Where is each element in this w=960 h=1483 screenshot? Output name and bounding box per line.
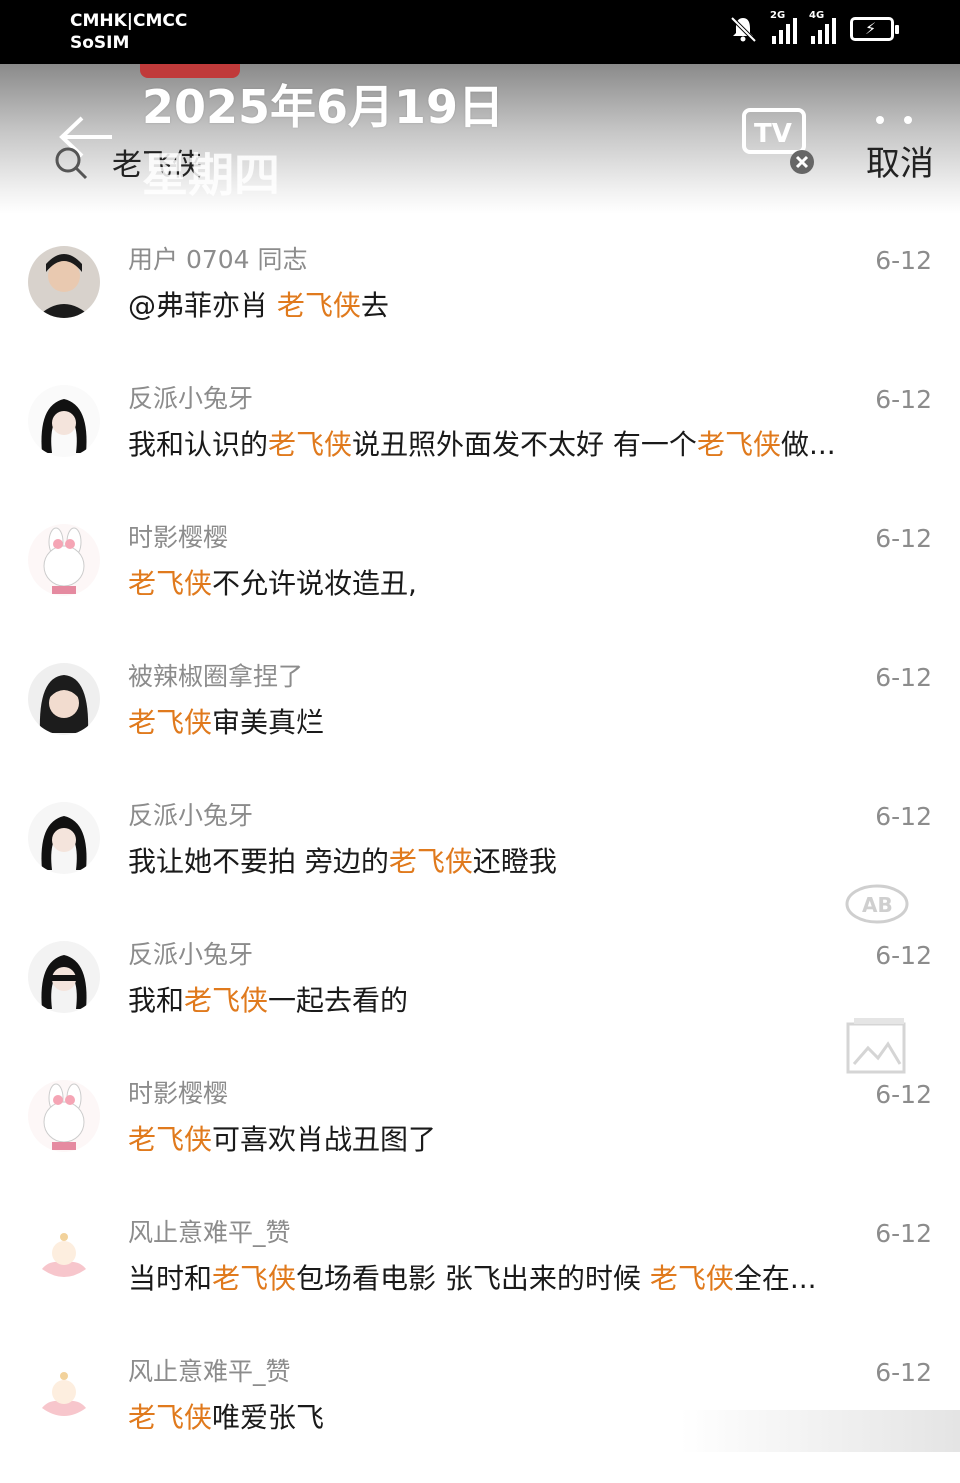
post-date: 6-12 xyxy=(875,802,932,831)
post-date: 6-12 xyxy=(875,1080,932,1109)
keyword-highlight: 老飞侠 xyxy=(649,1262,734,1295)
results-list: 用户 0704 同志 6-12 @弗菲亦肖 老飞侠去 反派小兔牙 6-12 我和认识的老飞… xyxy=(0,232,960,1483)
keyword-highlight: 老飞侠 xyxy=(276,289,361,322)
signal-icon: 2G xyxy=(770,10,797,44)
avatar[interactable] xyxy=(28,385,100,457)
post-date: 6-12 xyxy=(875,524,932,553)
date-watermark: 2025年6月19日 xyxy=(142,80,505,134)
translate-ab-icon[interactable]: AB xyxy=(842,880,912,930)
avatar[interactable] xyxy=(28,941,100,1013)
text-segment: 一起去看的 xyxy=(268,984,409,1017)
ab-label: AB xyxy=(862,893,893,917)
username[interactable]: 反派小兔牙 xyxy=(128,935,253,971)
signal-2-label: 4G xyxy=(809,10,825,21)
keyword-highlight: 老飞侠 xyxy=(212,1262,297,1295)
text-segment: 我和 xyxy=(128,984,185,1017)
result-item[interactable]: 风止意难平_赞 6-12 当时和老飞侠包场看电影 张飞出来的时候 老飞侠全在... xyxy=(0,1205,960,1344)
status-bar: CMHK|CMCC SoSIM 2G 4G ⚡ xyxy=(0,0,960,64)
carrier-info: CMHK|CMCC SoSIM xyxy=(70,10,187,54)
username[interactable]: 风止意难平_赞 xyxy=(128,1352,291,1388)
signal-1-label: 2G xyxy=(770,10,786,21)
text-segment: 说丑照外面发不太好 有一个 xyxy=(352,428,697,461)
signal-icon: 4G xyxy=(809,10,836,44)
text-segment: 全在... xyxy=(733,1262,817,1295)
avatar[interactable] xyxy=(28,663,100,735)
comment-text[interactable]: 老飞侠审美真烂 xyxy=(128,701,934,741)
result-item[interactable]: 被辣椒圈拿捏了 6-12 老飞侠审美真烂 xyxy=(0,649,960,788)
text-segment: 当时和 xyxy=(128,1262,213,1295)
keyword-highlight: 老飞侠 xyxy=(128,1401,213,1434)
mute-bell-icon xyxy=(730,16,757,43)
background-artifact xyxy=(140,64,240,78)
keyword-highlight: 老飞侠 xyxy=(388,845,473,878)
comment-text[interactable]: @弗菲亦肖 老飞侠去 xyxy=(128,284,934,324)
keyword-highlight: 老飞侠 xyxy=(696,428,781,461)
comment-text[interactable]: 老飞侠可喜欢肖战丑图了 xyxy=(128,1118,934,1158)
text-segment: 做... xyxy=(780,428,836,461)
text-segment: 我和认识的 xyxy=(128,428,269,461)
text-segment: 审美真烂 xyxy=(212,706,325,739)
text-segment: 去 xyxy=(360,289,389,322)
search-icon xyxy=(55,147,88,180)
search-header: 老飞侠 2025年6月19日 星期四 TV 取消 xyxy=(0,64,960,214)
username[interactable]: 时影樱樱 xyxy=(128,518,228,554)
username[interactable]: 被辣椒圈拿捏了 xyxy=(128,657,303,693)
battery-charging-icon: ⚡ xyxy=(850,17,899,41)
comment-text[interactable]: 我让她不要拍 旁边的老飞侠还瞪我 xyxy=(128,840,934,880)
username[interactable]: 用户 0704 同志 xyxy=(128,240,308,276)
keyword-highlight: 老飞侠 xyxy=(128,706,213,739)
tv-cast-icon[interactable]: TV xyxy=(740,106,820,176)
more-icon[interactable] xyxy=(868,112,920,128)
username[interactable]: 风止意难平_赞 xyxy=(128,1213,291,1249)
result-item[interactable]: 用户 0704 同志 6-12 @弗菲亦肖 老飞侠去 xyxy=(0,232,960,371)
text-segment: 可喜欢肖战丑图了 xyxy=(212,1123,437,1156)
keyword-highlight: 老飞侠 xyxy=(128,1123,213,1156)
avatar[interactable] xyxy=(28,1080,100,1152)
weekday-watermark: 星期四 xyxy=(142,148,280,202)
post-date: 6-12 xyxy=(875,246,932,275)
carrier-line-1: CMHK|CMCC xyxy=(70,11,188,31)
text-segment: 不允许说妆造丑, xyxy=(212,567,417,600)
comment-text[interactable]: 我和认识的老飞侠说丑照外面发不太好 有一个老飞侠做... xyxy=(128,423,934,463)
result-item[interactable]: 时影樱樱 6-12 老飞侠可喜欢肖战丑图了 xyxy=(0,1066,960,1205)
avatar[interactable] xyxy=(28,246,100,318)
image-icon[interactable] xyxy=(844,1014,910,1078)
avatar[interactable] xyxy=(28,1358,100,1430)
comment-text[interactable]: 我和老飞侠一起去看的 xyxy=(128,979,934,1019)
text-segment: @弗菲亦肖 xyxy=(128,289,277,322)
keyword-highlight: 老飞侠 xyxy=(128,567,213,600)
username[interactable]: 反派小兔牙 xyxy=(128,796,253,832)
text-segment: 我让她不要拍 旁边的 xyxy=(128,845,389,878)
bottom-blur xyxy=(680,1410,960,1452)
avatar[interactable] xyxy=(28,802,100,874)
text-segment: 还瞪我 xyxy=(472,845,557,878)
avatar[interactable] xyxy=(28,1219,100,1291)
post-date: 6-12 xyxy=(875,385,932,414)
comment-text[interactable]: 老飞侠不允许说妆造丑, xyxy=(128,562,934,602)
svg-text:TV: TV xyxy=(754,119,792,149)
text-segment: 唯爱张飞 xyxy=(212,1401,325,1434)
text-segment: 包场看电影 张飞出来的时候 xyxy=(296,1262,650,1295)
carrier-line-2: SoSIM xyxy=(70,33,130,53)
username[interactable]: 时影樱樱 xyxy=(128,1074,228,1110)
keyword-highlight: 老飞侠 xyxy=(268,428,353,461)
post-date: 6-12 xyxy=(875,1358,932,1387)
comment-text[interactable]: 当时和老飞侠包场看电影 张飞出来的时候 老飞侠全在... xyxy=(128,1257,934,1297)
result-item[interactable]: 反派小兔牙 6-12 我和认识的老飞侠说丑照外面发不太好 有一个老飞侠做... xyxy=(0,371,960,510)
avatar[interactable] xyxy=(28,524,100,596)
result-item[interactable]: 反派小兔牙 6-12 我让她不要拍 旁边的老飞侠还瞪我 xyxy=(0,788,960,927)
username[interactable]: 反派小兔牙 xyxy=(128,379,253,415)
status-icons: 2G 4G ⚡ xyxy=(728,10,899,44)
post-date: 6-12 xyxy=(875,663,932,692)
keyword-highlight: 老飞侠 xyxy=(184,984,269,1017)
post-date: 6-12 xyxy=(875,1219,932,1248)
result-item[interactable]: 时影樱樱 6-12 老飞侠不允许说妆造丑, xyxy=(0,510,960,649)
post-date: 6-12 xyxy=(875,941,932,970)
result-item[interactable]: 反派小兔牙 6-12 我和老飞侠一起去看的 xyxy=(0,927,960,1066)
cancel-button[interactable]: 取消 xyxy=(866,136,934,185)
